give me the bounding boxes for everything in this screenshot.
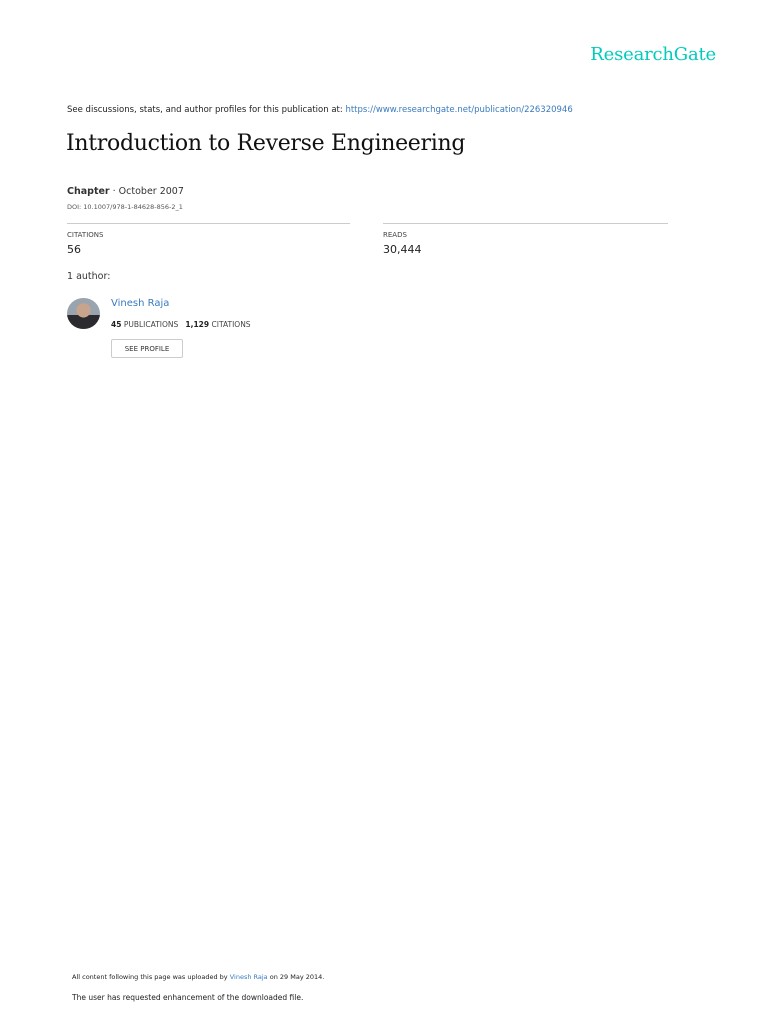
intro-text: See discussions, stats, and author profi…	[67, 105, 346, 115]
upload-suffix: on 29 May 2014.	[267, 973, 325, 981]
author-citations-count: 1,129	[185, 320, 210, 329]
author-name-link[interactable]: Vinesh Raja	[111, 298, 169, 309]
author-publications-label: PUBLICATIONS	[121, 320, 179, 329]
see-profile-button[interactable]: SEE PROFILE	[111, 339, 183, 358]
reads-count: 30,444	[383, 243, 422, 256]
author-citations-label: CITATIONS	[209, 320, 251, 329]
reads-label: READS	[383, 231, 407, 239]
upload-prefix: All content following this page was uplo…	[72, 973, 230, 981]
see-discussions-text: See discussions, stats, and author profi…	[67, 105, 573, 115]
divider-left	[67, 223, 350, 224]
publication-date: · October 2007	[109, 186, 184, 197]
uploader-link[interactable]: Vinesh Raja	[230, 973, 268, 981]
enhancement-note: The user has requested enhancement of th…	[72, 993, 304, 1002]
citations-count: 56	[67, 243, 81, 256]
researchgate-logo[interactable]: ResearchGate	[590, 44, 716, 65]
author-stats: 45 PUBLICATIONS 1,129 CITATIONS	[111, 320, 251, 329]
citations-label: CITATIONS	[67, 231, 104, 239]
publication-meta: Chapter · October 2007	[67, 186, 184, 197]
author-avatar[interactable]	[67, 298, 100, 329]
author-publications-count: 45	[111, 320, 122, 329]
upload-note: All content following this page was uplo…	[72, 973, 324, 981]
publication-type: Chapter	[67, 186, 110, 197]
page-title: Introduction to Reverse Engineering	[66, 131, 466, 156]
doi: DOI: 10.1007/978-1-84628-856-2_1	[67, 203, 183, 211]
publication-url-link[interactable]: https://www.researchgate.net/publication…	[345, 105, 572, 115]
divider-right	[383, 223, 668, 224]
authors-heading: 1 author:	[67, 271, 111, 282]
